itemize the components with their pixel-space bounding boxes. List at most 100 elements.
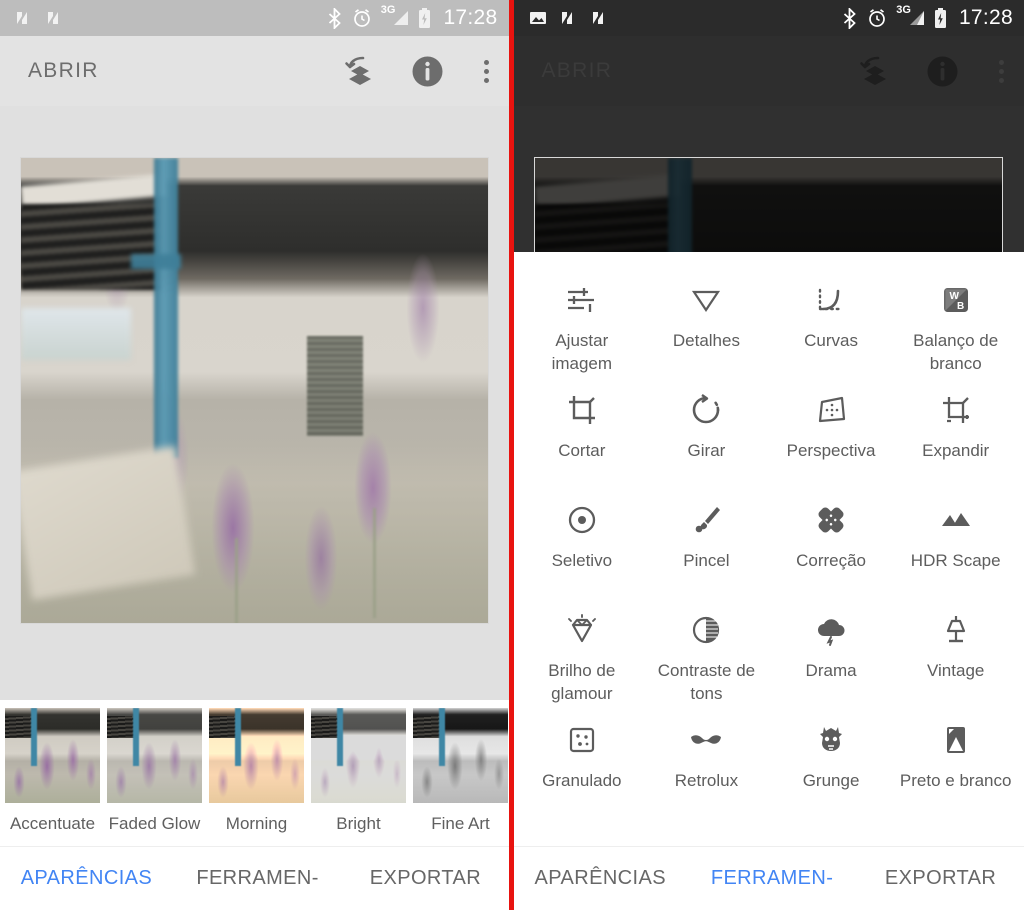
tool-label: Drama [805, 661, 857, 680]
healing-icon [813, 498, 849, 542]
perspective-icon [813, 388, 849, 432]
dot [483, 77, 489, 83]
tool-drama[interactable]: Drama [769, 608, 894, 718]
left-bottom-tabs: APARÊNCIAS FERRAMEN- EXPORTAR [0, 846, 509, 910]
tool-seletivo[interactable]: Seletivo [520, 498, 645, 608]
app-n-icon [17, 12, 27, 24]
filter-thumbnail[interactable] [209, 708, 304, 803]
svg-text:B: B [957, 301, 964, 312]
filter-thumbnail[interactable] [311, 708, 406, 803]
left-panel-looks-screen: 3G 17:28 ABRIR Accentuate Faded Glow Mor… [0, 0, 509, 910]
signal-3g-icon: 3G [381, 4, 410, 27]
revert-stack-button[interactable] [858, 54, 892, 88]
left-status-bar: 3G 17:28 [0, 0, 509, 36]
left-status-clock: 17:28 [443, 6, 498, 29]
filter-item-fine-art[interactable]: Fine Art [413, 708, 508, 860]
filter-item-faded-glow[interactable]: Faded Glow [107, 708, 202, 860]
lamp-icon [938, 608, 974, 652]
tool-curvas[interactable]: Curvas [769, 278, 894, 388]
tab-exportar[interactable]: EXPORTAR [342, 867, 508, 890]
tool-girar[interactable]: Girar [644, 388, 769, 498]
signal-3g-icon: 3G [896, 4, 925, 27]
tool-label: Cortar [558, 441, 606, 460]
right-toolbar: ABRIR [513, 36, 1024, 106]
right-status-bar: 3G 17:28 [513, 0, 1024, 36]
tool-label: Perspectiva [786, 441, 876, 460]
tool-ajustar-imagem[interactable]: Ajustar imagem [520, 278, 645, 388]
filter-item-bright[interactable]: Bright [311, 708, 406, 860]
tool-label: HDR Scape [910, 551, 1001, 570]
tool-brilho-de-glamour[interactable]: Brilho de glamour [520, 608, 645, 718]
left-status-system-icons: 3G 17:28 [326, 4, 498, 30]
white-balance-icon: WB [938, 278, 974, 322]
lavender-photo [20, 158, 488, 623]
tool-detalhes[interactable]: Detalhes [644, 278, 769, 388]
tool-pincel[interactable]: Pincel [644, 498, 769, 608]
right-bottom-tabs: APARÊNCIAS FERRAMEN- EXPORTAR [513, 846, 1024, 910]
tool-grunge[interactable]: Grunge [769, 718, 894, 828]
tool-perspectiva[interactable]: Perspectiva [769, 388, 894, 498]
looks-filmstrip[interactable]: Accentuate Faded Glow Morning Bright Fin… [0, 700, 509, 860]
filter-thumbnail[interactable] [107, 708, 202, 803]
tab-ferramentas[interactable]: FERRAMEN- [173, 867, 343, 890]
left-photo-canvas [0, 106, 509, 700]
tool-correcao[interactable]: Correção [769, 498, 894, 608]
open-button[interactable]: ABRIR [28, 59, 99, 83]
tool-balanco-de-branco[interactable]: WB Balanço de branco [893, 278, 1018, 388]
app-n-icon [48, 12, 58, 24]
dot [483, 68, 489, 74]
photo-window-grille [306, 336, 363, 436]
photo-preview[interactable] [19, 157, 489, 624]
open-button[interactable]: ABRIR [542, 59, 613, 83]
filter-label: Bright [336, 814, 381, 833]
tab-exportar[interactable]: EXPORTAR [857, 867, 1024, 890]
tool-label: Seletivo [551, 551, 613, 570]
filter-item-morning[interactable]: Morning [209, 708, 304, 860]
tool-label: Ajustar imagem [551, 331, 613, 373]
sliders-icon [564, 278, 600, 322]
filter-thumbnail[interactable] [5, 708, 100, 803]
dual-screenshot-stage: 3G 17:28 ABRIR Accentuate Faded Glow Mor… [0, 0, 1024, 910]
tool-cortar[interactable]: Cortar [520, 388, 645, 498]
tool-vintage[interactable]: Vintage [893, 608, 1018, 718]
tool-label: Brilho de glamour [548, 661, 616, 703]
tool-label: Detalhes [672, 331, 740, 350]
crop-icon [564, 388, 600, 432]
tool-contraste-de-tons[interactable]: Contraste de tons [644, 608, 769, 718]
tool-preto-e-branco[interactable]: Preto e branco [893, 718, 1018, 828]
tool-retrolux[interactable]: Retrolux [644, 718, 769, 828]
tool-label: Expandir [922, 441, 990, 460]
tool-expandir[interactable]: Expandir [893, 388, 1018, 498]
right-status-notification-icons [528, 8, 610, 28]
tool-label: Preto e branco [899, 771, 1012, 790]
app-n-icon [561, 12, 572, 24]
info-button[interactable] [411, 55, 444, 88]
grain-icon [564, 718, 600, 762]
filter-item-accentuate[interactable]: Accentuate [5, 708, 100, 860]
dot [999, 77, 1004, 83]
tab-ferramentas[interactable]: FERRAMEN- [687, 867, 857, 890]
tab-aparencias[interactable]: APARÊNCIAS [0, 867, 173, 890]
tab-aparencias[interactable]: APARÊNCIAS [514, 867, 688, 890]
glamour-glow-icon [564, 608, 600, 652]
rotate-icon [688, 388, 724, 432]
info-button[interactable] [926, 55, 959, 88]
tool-hdr-scape[interactable]: HDR Scape [893, 498, 1018, 608]
moustache-icon [688, 718, 724, 762]
tool-granulado[interactable]: Granulado [520, 718, 645, 828]
filter-label: Morning [225, 814, 288, 833]
more-options-button[interactable] [993, 56, 1010, 87]
filter-label: Fine Art [431, 814, 490, 833]
left-toolbar: ABRIR [0, 36, 509, 106]
tool-label: Balanço de branco [913, 331, 999, 373]
photo-blue-pole [153, 158, 178, 458]
bluetooth-icon [328, 7, 341, 29]
more-options-button[interactable] [478, 56, 495, 87]
revert-stack-button[interactable] [343, 54, 377, 88]
right-status-clock: 17:28 [958, 6, 1013, 29]
network-type-label: 3G [380, 4, 396, 16]
tool-label: Correção [796, 551, 867, 570]
mountains-icon [938, 498, 974, 542]
filter-thumbnail[interactable] [413, 708, 508, 803]
brush-icon [688, 498, 724, 542]
